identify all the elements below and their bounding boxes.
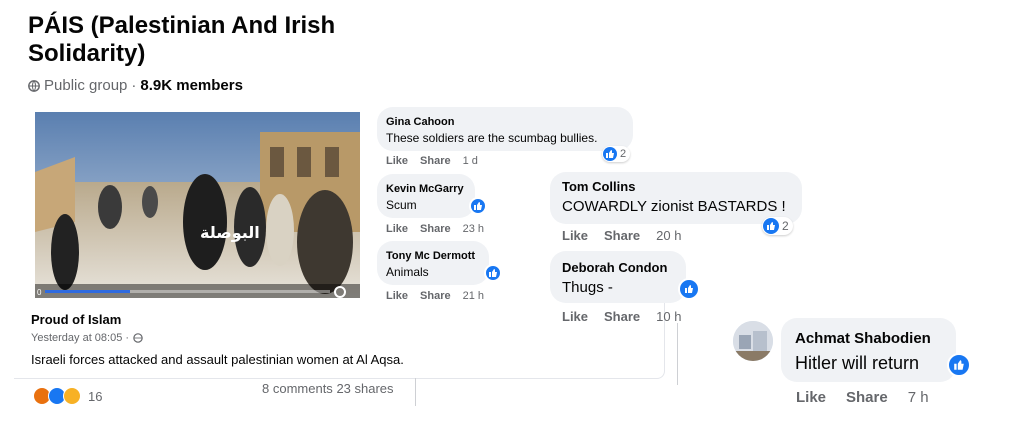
comment-author[interactable]: Gina Cahoon — [386, 116, 454, 128]
like-button[interactable]: Like — [562, 228, 588, 243]
like-icon — [603, 147, 617, 161]
comment-author[interactable]: Deborah Condon — [562, 260, 667, 275]
shares-count[interactable]: 23 shares — [336, 381, 393, 396]
share-button[interactable]: Share — [604, 309, 640, 324]
sad-icon — [63, 387, 81, 405]
like-icon[interactable] — [947, 353, 971, 377]
group-privacy: Public group — [44, 77, 128, 94]
comment-time[interactable]: 23 h — [463, 223, 484, 235]
like-icon[interactable] — [469, 197, 487, 215]
comment-actions: Like Share 10 h — [562, 309, 681, 324]
post-text: Israeli forces attacked and assault pale… — [31, 352, 404, 367]
comment-text: These soldiers are the scumbag bullies. — [386, 131, 598, 145]
group-meta: Public group · 8.9K members — [28, 77, 243, 94]
comment-actions: Like Share 1 d — [386, 155, 478, 167]
comment-bubble: Gina Cahoon These soldiers are the scumb… — [377, 107, 633, 151]
comment-text: COWARDLY zionist BASTARDS ! — [562, 198, 786, 215]
divider — [677, 323, 678, 385]
meta-separator: · — [131, 77, 137, 94]
comment-like-count[interactable]: 2 — [602, 146, 631, 162]
video-frame: 0 البوصلة — [35, 112, 360, 298]
post-time[interactable]: Yesterday at 08:05 · — [31, 332, 143, 344]
comment-text: Hitler will return — [795, 353, 920, 373]
like-count: 2 — [782, 219, 789, 233]
share-button[interactable]: Share — [604, 228, 640, 243]
comment-author[interactable]: Tony Mc Dermott — [386, 250, 475, 262]
share-button[interactable]: Share — [846, 389, 888, 406]
comment-time[interactable]: 21 h — [463, 290, 484, 302]
comment-like-count[interactable]: 2 — [762, 217, 793, 235]
comment-actions: Like Share 21 h — [386, 290, 484, 302]
like-button[interactable]: Like — [796, 389, 826, 406]
comment-author[interactable]: Kevin McGarry — [386, 183, 464, 195]
like-button[interactable]: Like — [386, 290, 408, 302]
reaction-summary[interactable]: 16 — [33, 387, 102, 405]
comment-bubble: Kevin McGarry Scum — [377, 174, 475, 218]
reaction-count: 16 — [88, 388, 103, 404]
comment-text: Thugs - — [562, 279, 613, 296]
comments-count[interactable]: 8 comments — [262, 381, 333, 396]
comment-actions: Like Share 20 h — [562, 228, 681, 243]
comment-author[interactable]: Achmat Shabodien — [795, 330, 931, 347]
comment-text: Animals — [386, 265, 429, 279]
comment-actions: Like Share 23 h — [386, 223, 484, 235]
like-icon[interactable] — [484, 264, 502, 282]
post-time-text[interactable]: Yesterday at 08:05 · — [31, 332, 129, 344]
comment-time[interactable]: 1 d — [463, 155, 478, 167]
post-author[interactable]: Proud of Islam — [31, 312, 121, 327]
globe-icon — [28, 79, 40, 92]
like-icon[interactable] — [678, 278, 700, 300]
divider — [415, 378, 416, 406]
post-video[interactable]: 0 البوصلة — [35, 112, 360, 298]
comment-time[interactable]: 10 h — [656, 309, 681, 324]
like-button[interactable]: Like — [562, 309, 588, 324]
comment-bubble: Tony Mc Dermott Animals — [377, 241, 489, 285]
like-button[interactable]: Like — [386, 223, 408, 235]
comment-text: Scum — [386, 198, 417, 212]
comment-actions: Like Share 7 h — [796, 389, 929, 406]
comment-time[interactable]: 20 h — [656, 228, 681, 243]
like-button[interactable]: Like — [386, 155, 408, 167]
post-counts: 8 comments 23 shares — [262, 381, 394, 396]
group-members[interactable]: 8.9K members — [140, 77, 243, 94]
avatar[interactable] — [733, 321, 773, 361]
like-count: 2 — [620, 148, 627, 160]
comment-time[interactable]: 7 h — [908, 389, 929, 406]
comment-bubble: Achmat Shabodien Hitler will return — [781, 318, 956, 382]
comment-bubble: Tom Collins COWARDLY zionist BASTARDS ! — [550, 172, 802, 224]
globe-icon — [133, 333, 143, 343]
comment-author[interactable]: Tom Collins — [562, 179, 635, 194]
comment-bubble: Deborah Condon Thugs - — [550, 251, 686, 303]
share-button[interactable]: Share — [420, 155, 451, 167]
like-icon — [763, 218, 779, 234]
group-title[interactable]: PÁIS (Palestinian And Irish Solidarity) — [28, 12, 388, 68]
video-time: 0 — [37, 288, 42, 297]
video-watermark: البوصلة — [200, 223, 260, 242]
share-button[interactable]: Share — [420, 223, 451, 235]
share-button[interactable]: Share — [420, 290, 451, 302]
